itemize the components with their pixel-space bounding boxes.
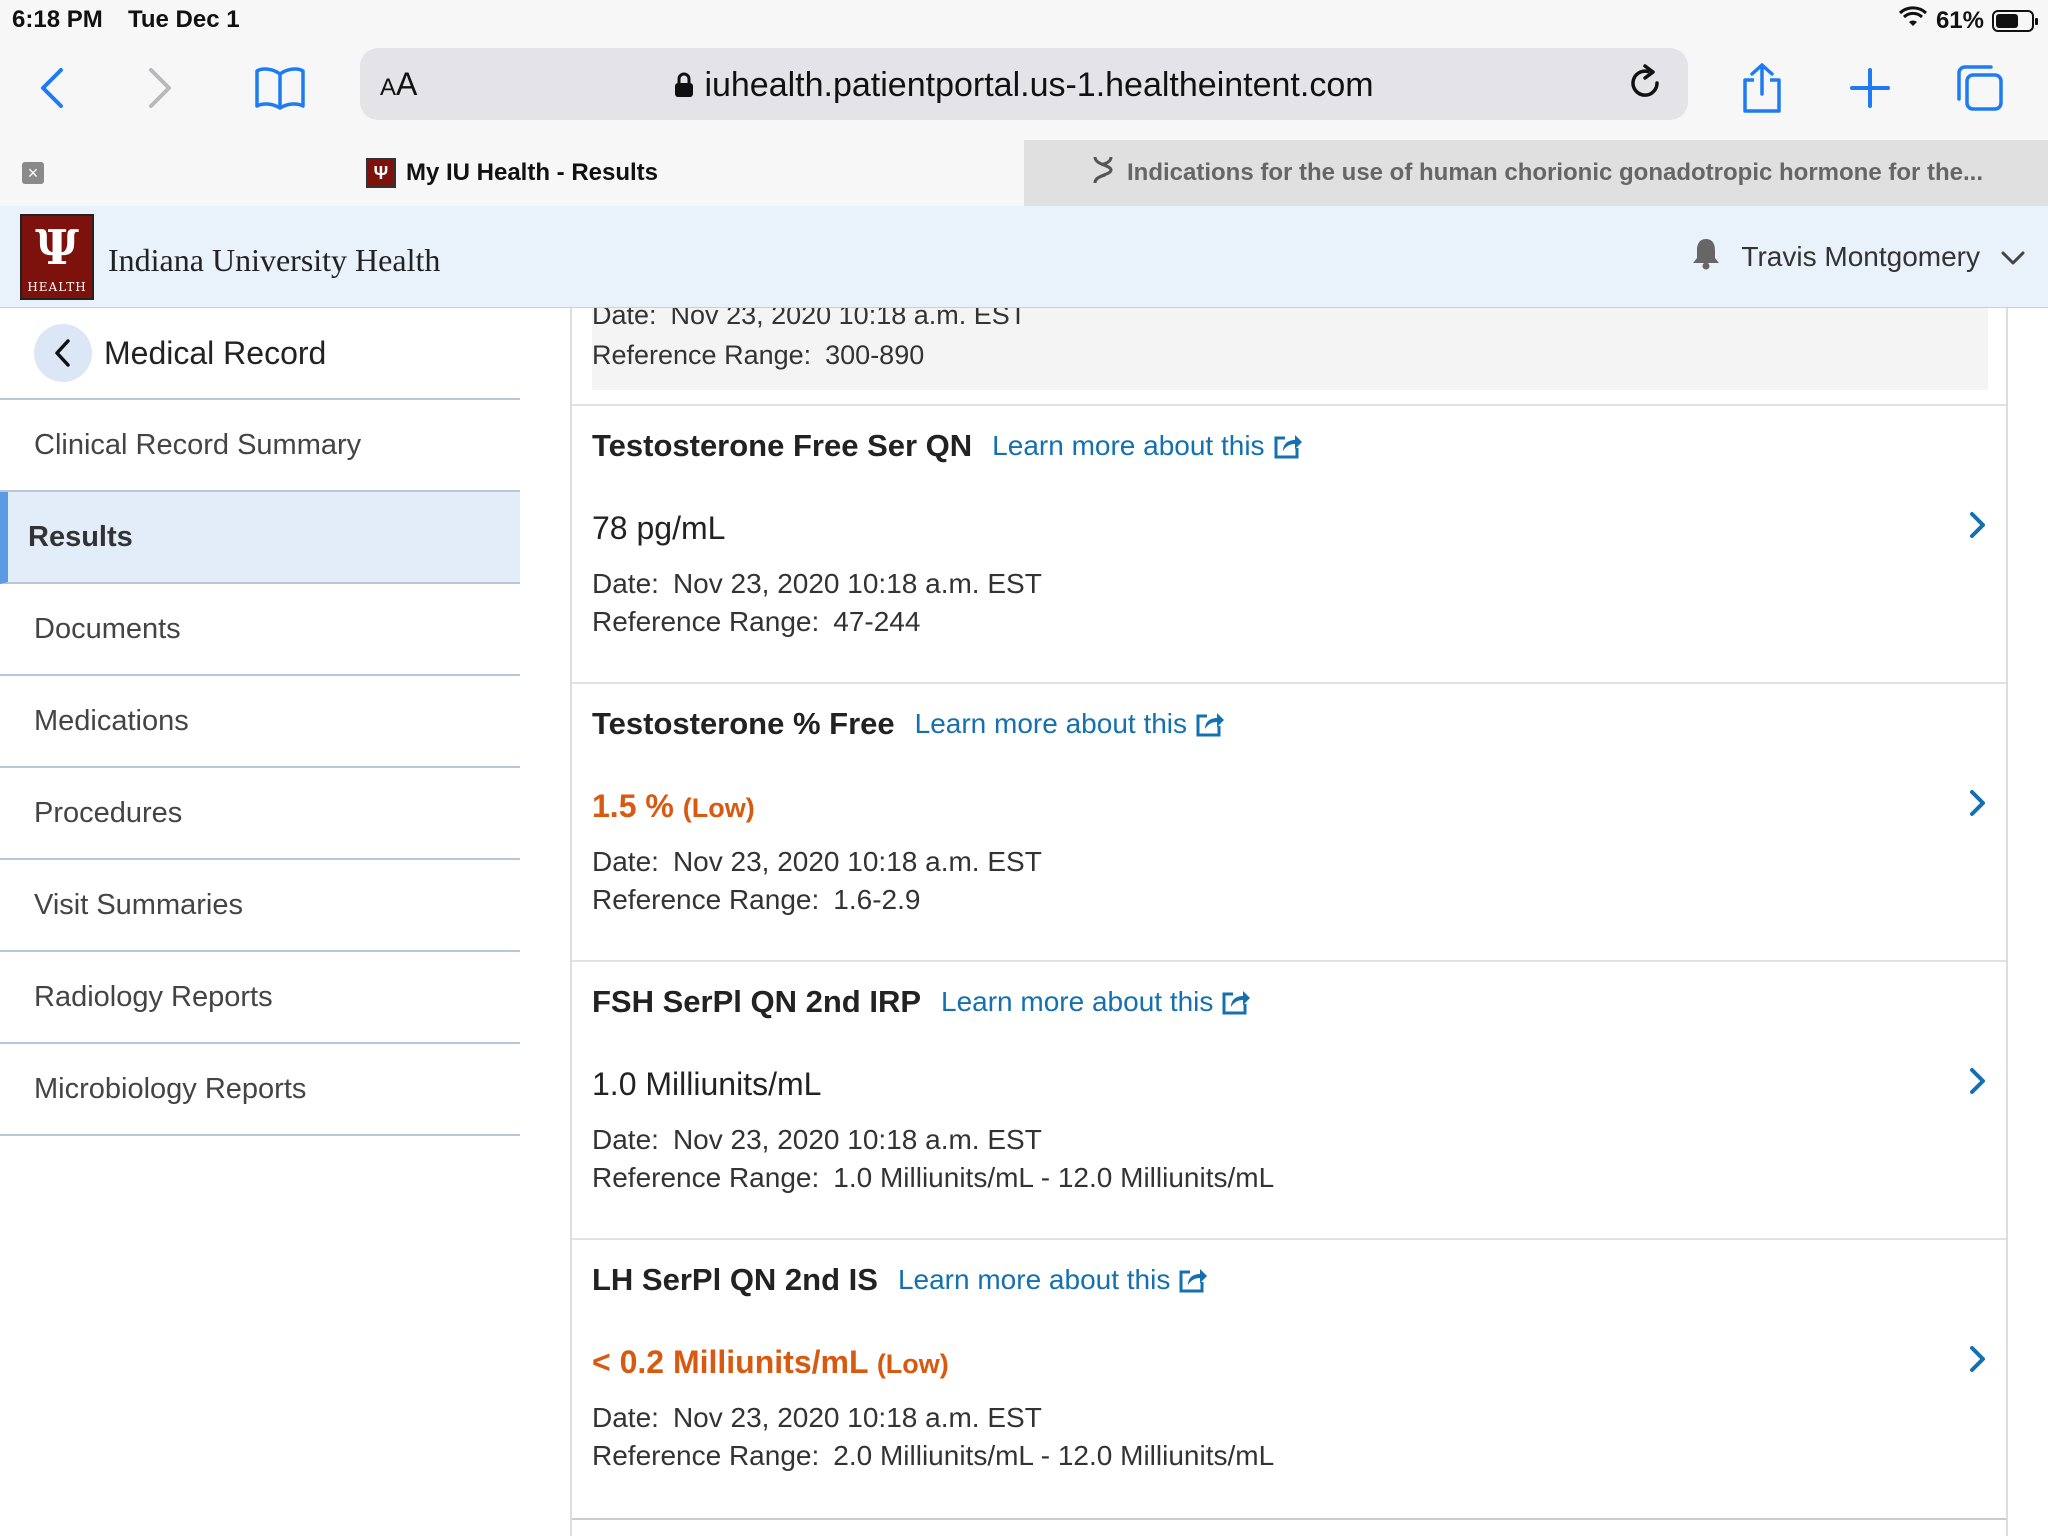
close-tab-icon[interactable]: ×: [22, 162, 44, 184]
external-link-icon: [1222, 991, 1251, 1015]
result-row[interactable]: Testosterone % Free Learn more about thi…: [572, 682, 2006, 962]
result-header: Testosterone Free Ser QN Learn more abou…: [592, 428, 1303, 464]
browser-toolbar: AA iuhealth.patientportal.us-1.healthein…: [0, 40, 2048, 140]
result-name: Testosterone % Free: [592, 706, 895, 741]
user-menu[interactable]: Travis Montgomery: [1691, 236, 2026, 277]
result-name: FSH SerPl QN 2nd IRP: [592, 984, 922, 1019]
wifi-icon: [1898, 6, 1928, 35]
result-value-low: 1.5 % (Low): [592, 788, 755, 824]
new-tab-icon[interactable]: [1840, 58, 1900, 118]
tab-title: Indications for the use of human chorion…: [1126, 159, 1984, 186]
result-date: Date: Nov 23, 2020 10:18 a.m. EST: [592, 568, 1042, 599]
result-date: Date: Nov 23, 2020 10:18 a.m. EST: [592, 846, 1042, 877]
learn-more-link[interactable]: Learn more about this: [898, 1264, 1208, 1296]
sidebar-item-microbiology-reports[interactable]: Microbiology Reports: [0, 1044, 520, 1136]
result-reference-range: Reference Range: 1.6-2.9: [592, 884, 921, 915]
bookmarks-icon[interactable]: [250, 58, 310, 118]
forward-icon[interactable]: [130, 58, 190, 118]
logo-health-text: HEALTH: [27, 280, 87, 294]
low-flag: (Low): [876, 1349, 949, 1379]
result-row[interactable]: FSH SerPl QN 2nd IRP Learn more about th…: [572, 960, 2006, 1240]
previous-range-line: Reference Range: 300-890: [592, 340, 925, 370]
status-date: Tue Dec 1: [128, 6, 240, 33]
url-text: iuhealth.patientportal.us-1.healtheinten…: [360, 66, 1688, 107]
user-name[interactable]: Travis Montgomery: [1741, 241, 1980, 273]
result-header: LH SerPl QN 2nd IS Learn more about this: [592, 1262, 1208, 1298]
result-name: Testosterone Free Ser QN: [592, 428, 973, 463]
sidebar-item-documents[interactable]: Documents: [0, 584, 520, 676]
url-value: iuhealth.patientportal.us-1.healtheinten…: [704, 66, 1374, 104]
learn-more-link[interactable]: Learn more about this: [915, 708, 1225, 740]
back-icon[interactable]: [22, 58, 82, 118]
result-date: Date: Nov 23, 2020 10:18 a.m. EST: [592, 1402, 1042, 1433]
external-link-icon: [1274, 435, 1302, 459]
share-icon[interactable]: [1732, 58, 1792, 118]
result-value: 1.0 Milliunits/mL: [592, 1066, 822, 1102]
tabs-overview-icon[interactable]: [1950, 58, 2010, 118]
lock-icon: [674, 68, 694, 107]
bell-icon[interactable]: [1691, 236, 1721, 277]
trident-icon: Ψ: [35, 220, 79, 276]
sidebar-item-radiology-reports[interactable]: Radiology Reports: [0, 952, 520, 1044]
status-time: 6:18 PM: [12, 6, 103, 33]
low-flag: (Low): [682, 793, 755, 823]
status-bar: 6:18 PM Tue Dec 1 61%: [0, 0, 2048, 40]
battery-percent: 61%: [1935, 6, 1984, 34]
learn-more-link[interactable]: Learn more about this: [992, 430, 1302, 462]
app-header: Ψ HEALTH Indiana University Health Travi…: [0, 206, 2048, 308]
tab-iu-health-results[interactable]: Ψ My IU Health - Results: [0, 140, 1024, 206]
result-row[interactable]: LH SerPl QN 2nd IS Learn more about this…: [572, 1238, 2006, 1518]
brand-name: Indiana University Health: [108, 242, 441, 278]
sidebar-item-results[interactable]: Results: [0, 492, 520, 584]
tab-title: My IU Health - Results: [405, 159, 659, 186]
back-to-menu-button[interactable]: [34, 324, 92, 382]
battery-icon: [1992, 9, 2038, 32]
external-link-icon: [1179, 1269, 1208, 1293]
status-right: 61%: [1898, 6, 2038, 35]
result-date: Date: Nov 23, 2020 10:18 a.m. EST: [592, 1124, 1042, 1155]
result-header: Testosterone % Free Learn more about thi…: [592, 706, 1225, 742]
external-link-icon: [1196, 713, 1225, 737]
dna-favicon-icon: [1089, 155, 1117, 192]
chevron-right-icon[interactable]: [1968, 788, 1988, 823]
previous-result-card[interactable]: Date: Nov 23, 2020 10:18 a.m. EST Referen…: [592, 308, 1988, 390]
chevron-right-icon[interactable]: [1968, 1066, 1988, 1101]
result-value: 78 pg/mL: [592, 510, 726, 546]
tab-hcg-article[interactable]: Indications for the use of human chorion…: [1024, 140, 2048, 206]
address-bar[interactable]: AA iuhealth.patientportal.us-1.healthein…: [360, 48, 1688, 120]
chevron-right-icon[interactable]: [1968, 510, 1988, 545]
sidebar-item-visit-summaries[interactable]: Visit Summaries: [0, 860, 520, 952]
sidebar-title: Medical Record: [104, 334, 327, 371]
iu-favicon-icon: Ψ: [365, 158, 396, 188]
result-reference-range: Reference Range: 1.0 Milliunits/mL - 12.0…: [592, 1162, 1275, 1193]
sidebar-item-medications[interactable]: Medications: [0, 676, 520, 768]
chevron-down-icon[interactable]: [2000, 241, 2026, 273]
result-value-low: < 0.2 Milliunits/mL (Low): [592, 1344, 949, 1380]
result-reference-range: Reference Range: 2.0 Milliunits/mL - 12.0…: [592, 1440, 1275, 1471]
result-header: FSH SerPl QN 2nd IRP Learn more about th…: [592, 984, 1251, 1020]
sidebar-item-procedures[interactable]: Procedures: [0, 768, 520, 860]
list-bottom-divider: [572, 1518, 2006, 1520]
previous-date-line: Date: Nov 23, 2020 10:18 a.m. EST: [592, 308, 1027, 330]
iu-health-logo[interactable]: Ψ HEALTH: [20, 214, 94, 300]
results-list: Date: Nov 23, 2020 10:18 a.m. EST Referen…: [570, 308, 2008, 1536]
sidebar-header: Medical Record: [0, 308, 520, 400]
sidebar-item-clinical-record-summary[interactable]: Clinical Record Summary: [0, 400, 520, 492]
result-name: LH SerPl QN 2nd IS: [592, 1262, 878, 1297]
reload-icon[interactable]: [1626, 64, 1664, 107]
tab-bar: Ψ My IU Health - Results × Indications f…: [0, 140, 2048, 206]
learn-more-link[interactable]: Learn more about this: [941, 986, 1251, 1018]
result-reference-range: Reference Range: 47-244: [592, 606, 921, 637]
chevron-right-icon[interactable]: [1968, 1344, 1988, 1379]
result-row[interactable]: Testosterone Free Ser QN Learn more abou…: [572, 404, 2006, 684]
sidebar-nav: Medical Record Clinical Record Summary R…: [0, 308, 520, 1136]
